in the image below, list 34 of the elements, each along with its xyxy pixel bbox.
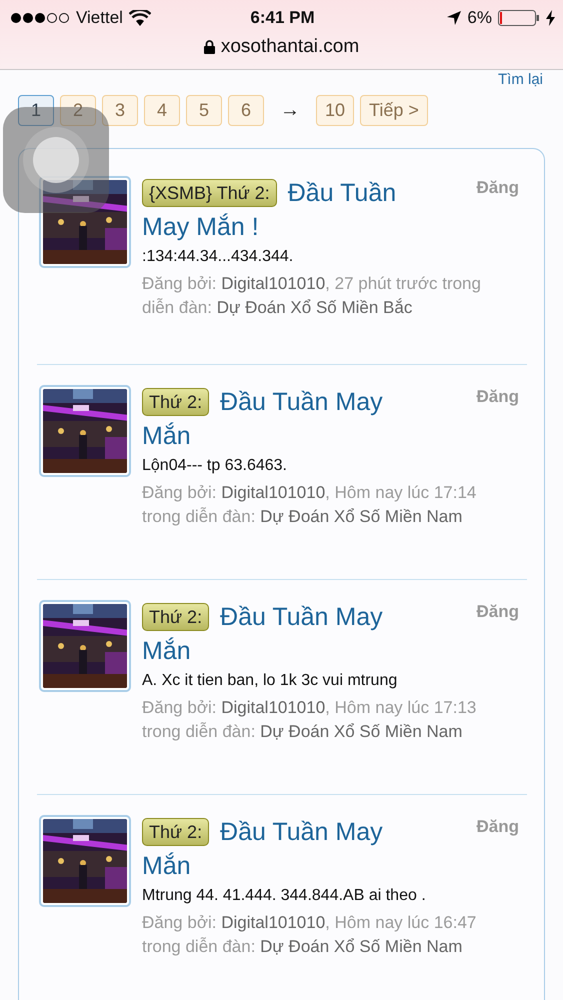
- page-button[interactable]: 6: [228, 95, 264, 126]
- search-again-link[interactable]: Tìm lại: [498, 71, 543, 89]
- thread-title-link[interactable]: Thứ 2: Đầu Tuần May Mắn: [142, 600, 424, 668]
- battery-percent: 6%: [467, 8, 492, 28]
- page-button[interactable]: 5: [186, 95, 222, 126]
- charging-bolt-icon: [546, 10, 555, 26]
- post-label: Đăng: [476, 601, 519, 623]
- thread-meta: Đăng bởi: Digital101010, 27 phút trước trong diễn đàn: Dự Đoán Xổ Số Miền Bắc: [142, 273, 482, 319]
- pagination-gap-arrow: →: [280, 99, 300, 122]
- url-text[interactable]: xosothantai.com: [220, 36, 360, 58]
- page-button[interactable]: 4: [144, 95, 180, 126]
- signal-icon: [10, 12, 70, 24]
- post-label: Đăng: [476, 386, 519, 408]
- location-arrow-icon: [447, 11, 462, 25]
- thread-snippet: :134:44.34...434.344.: [142, 248, 294, 266]
- thread-title-link[interactable]: Thứ 2: Đầu Tuần May Mắn: [142, 385, 424, 453]
- thread-title-link[interactable]: Thứ 2: Đầu Tuần May Mắn: [142, 815, 424, 883]
- next-page-button[interactable]: Tiếp >: [360, 95, 428, 126]
- post-label: Đăng: [476, 177, 519, 199]
- thread-snippet: Mtrung 44. 41.444. 344.844.AB ai theo .: [142, 887, 427, 905]
- post-label: Đăng: [476, 816, 519, 838]
- lock-icon: [204, 40, 215, 54]
- thread-meta: Đăng bởi: Digital101010, Hôm nay lúc 17:13 trong diễn đàn: Dự Đoán Xổ Số Miền Nam: [142, 697, 478, 743]
- page-button[interactable]: 3: [102, 95, 138, 126]
- thread-meta: Đăng bởi: Digital101010, Hôm nay lúc 16:47 trong diễn đàn: Dự Đoán Xổ Số Miền Nam: [142, 912, 478, 958]
- thread-meta: Đăng bởi: Digital101010, Hôm nay lúc 17:14 trong diễn đàn: Dự Đoán Xổ Số Miền Nam: [142, 482, 478, 528]
- clock-time: 6:41 PM: [250, 8, 315, 28]
- thread-title-link[interactable]: {XSMB} Thứ 2: Đầu Tuần May Mắn !: [142, 176, 424, 244]
- carrier-name: Viettel: [76, 8, 123, 28]
- thread-snippet: A. Xc it tien ban, lo 1k 3c vui mtrung: [142, 672, 398, 690]
- thread-snippet: Lộn04--- tp 63.6463.: [142, 457, 288, 475]
- battery-icon: [498, 10, 540, 26]
- page-button[interactable]: 10: [316, 95, 354, 126]
- wifi-icon: [128, 10, 151, 26]
